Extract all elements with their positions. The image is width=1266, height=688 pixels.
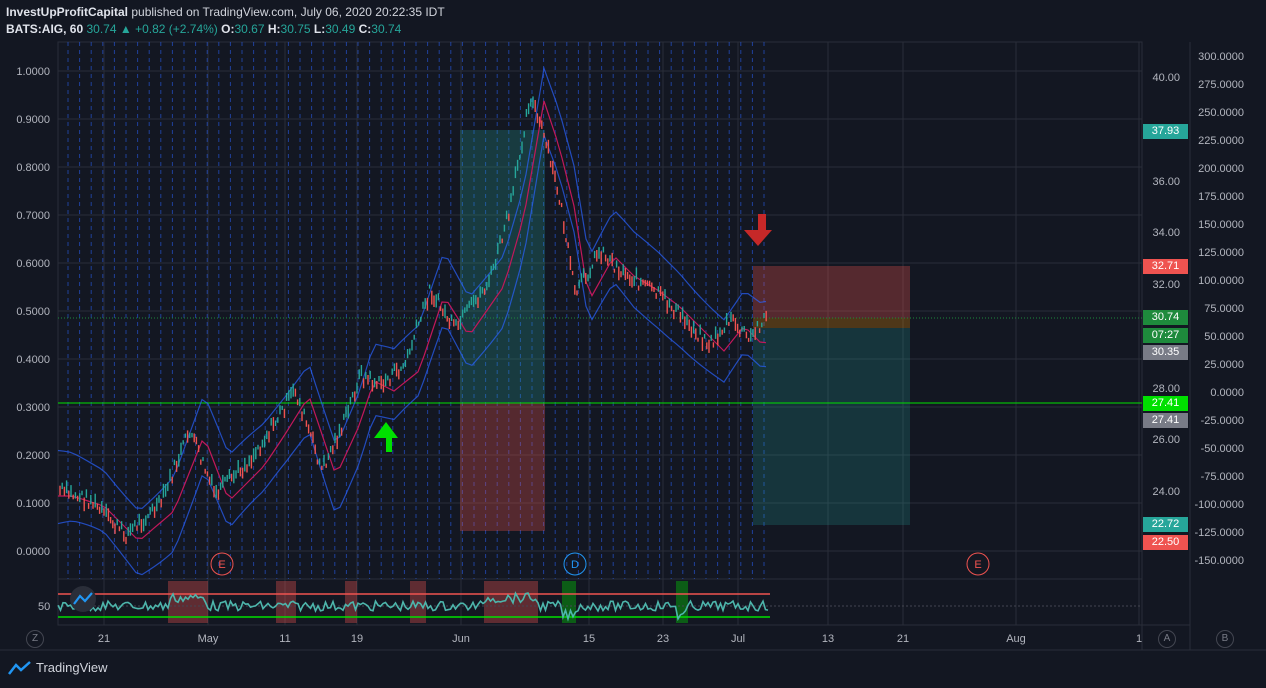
price-tag: 37.93 (1143, 124, 1188, 139)
osc-axis-label: -125.0000 (1194, 527, 1244, 539)
osc-axis-label: -50.0000 (1201, 443, 1244, 455)
left-axis-label: 0.3000 (16, 402, 50, 414)
short-position-target[interactable] (753, 328, 910, 525)
time-axis-label: Jun (452, 633, 470, 645)
left-axis-label: 1.0000 (16, 66, 50, 78)
price-tag: 22.72 (1143, 517, 1188, 532)
osc-axis-label: 250.0000 (1198, 107, 1244, 119)
price-axis-label: 36.00 (1152, 176, 1180, 188)
left-axis-label: 0.0000 (16, 546, 50, 558)
svg-text:E: E (218, 559, 225, 571)
tradingview-logo-icon[interactable] (70, 586, 96, 612)
price-axis-label: 28.00 (1152, 383, 1180, 395)
time-axis-label: 1 (1136, 633, 1142, 645)
osc-axis-label: 25.0000 (1204, 359, 1244, 371)
chart-canvas[interactable]: 50 E D E 1.0000 0.9000 0.8000 0.7000 0.6000 0… (0, 0, 1266, 688)
up-arrow-icon (374, 422, 398, 452)
price-axis-label: 32.00 (1152, 279, 1180, 291)
osc-axis-label: -75.0000 (1201, 471, 1244, 483)
osc-axis-label: 275.0000 (1198, 79, 1244, 91)
left-axis-label: 0.1000 (16, 498, 50, 510)
left-axis-label: 0.2000 (16, 450, 50, 462)
price-tag: 32.71 (1143, 259, 1188, 274)
osc-axis-label: 100.0000 (1198, 275, 1244, 287)
price-tag: 27.41 (1143, 413, 1188, 428)
osc-axis-label: -100.0000 (1194, 499, 1244, 511)
price-tag: 30.35 (1143, 345, 1188, 360)
left-axis-label: 0.8000 (16, 162, 50, 174)
osc-axis-label: 0.0000 (1210, 387, 1244, 399)
time-axis-label: 21 (98, 633, 110, 645)
left-axis-label: 0.6000 (16, 258, 50, 270)
osc-level-label: 50 (38, 601, 50, 613)
osc-axis-label: 50.0000 (1204, 331, 1244, 343)
osc-axis-label: 150.0000 (1198, 219, 1244, 231)
osc-axis-label: 175.0000 (1198, 191, 1244, 203)
event-marker-earnings-1[interactable]: E (210, 552, 234, 576)
osc-axis-label: -150.0000 (1194, 555, 1244, 567)
osc-axis-label: 125.0000 (1198, 247, 1244, 259)
price-tag: 30.74 (1143, 310, 1188, 325)
down-arrow-icon (744, 214, 772, 246)
short-position-stop[interactable] (753, 266, 910, 318)
time-axis-label: Jul (731, 633, 745, 645)
osc-axis-label: 200.0000 (1198, 163, 1244, 175)
price-axis-label: 40.00 (1152, 72, 1180, 84)
tradingview-icon (8, 660, 31, 675)
osc-axis-label: -25.0000 (1201, 415, 1244, 427)
bearish-zone (460, 403, 545, 531)
time-axis-label: 15 (583, 633, 595, 645)
left-axis-label: 0.9000 (16, 114, 50, 126)
svg-text:E: E (974, 559, 981, 571)
log-scale-button[interactable]: B (1216, 630, 1234, 648)
zoom-button[interactable]: Z (26, 630, 44, 648)
osc-axis-label: 75.0000 (1204, 303, 1244, 315)
osc-axis-label: 300.0000 (1198, 51, 1244, 63)
time-axis-label: 23 (657, 633, 669, 645)
time-axis-label: 21 (897, 633, 909, 645)
branding[interactable]: TradingView (8, 660, 108, 675)
time-axis-label: Aug (1006, 633, 1026, 645)
price-axis-label: 24.00 (1152, 486, 1180, 498)
auto-scale-button[interactable]: A (1158, 630, 1176, 648)
price-tag: 22.50 (1143, 535, 1188, 550)
osc-axis-label: 225.0000 (1198, 135, 1244, 147)
grid-lines (58, 42, 1142, 625)
price-tag: 27.41 (1143, 396, 1188, 411)
price-axis-label: 26.00 (1152, 434, 1180, 446)
svg-text:D: D (571, 559, 579, 571)
price-axis-label: 34.00 (1152, 227, 1180, 239)
left-axis-label: 0.4000 (16, 354, 50, 366)
price-bars (59, 96, 767, 545)
time-axis-label: 11 (279, 633, 290, 645)
event-marker-earnings-2[interactable]: E (966, 552, 990, 576)
branding-label: TradingView (36, 660, 108, 675)
left-axis-label: 0.7000 (16, 210, 50, 222)
entry-band (753, 318, 910, 328)
left-axis-label: 0.5000 (16, 306, 50, 318)
time-axis-label: May (198, 633, 219, 645)
time-axis-label: 13 (822, 633, 834, 645)
time-axis-label: 19 (351, 633, 363, 645)
price-tag: 07:27 (1143, 328, 1188, 343)
